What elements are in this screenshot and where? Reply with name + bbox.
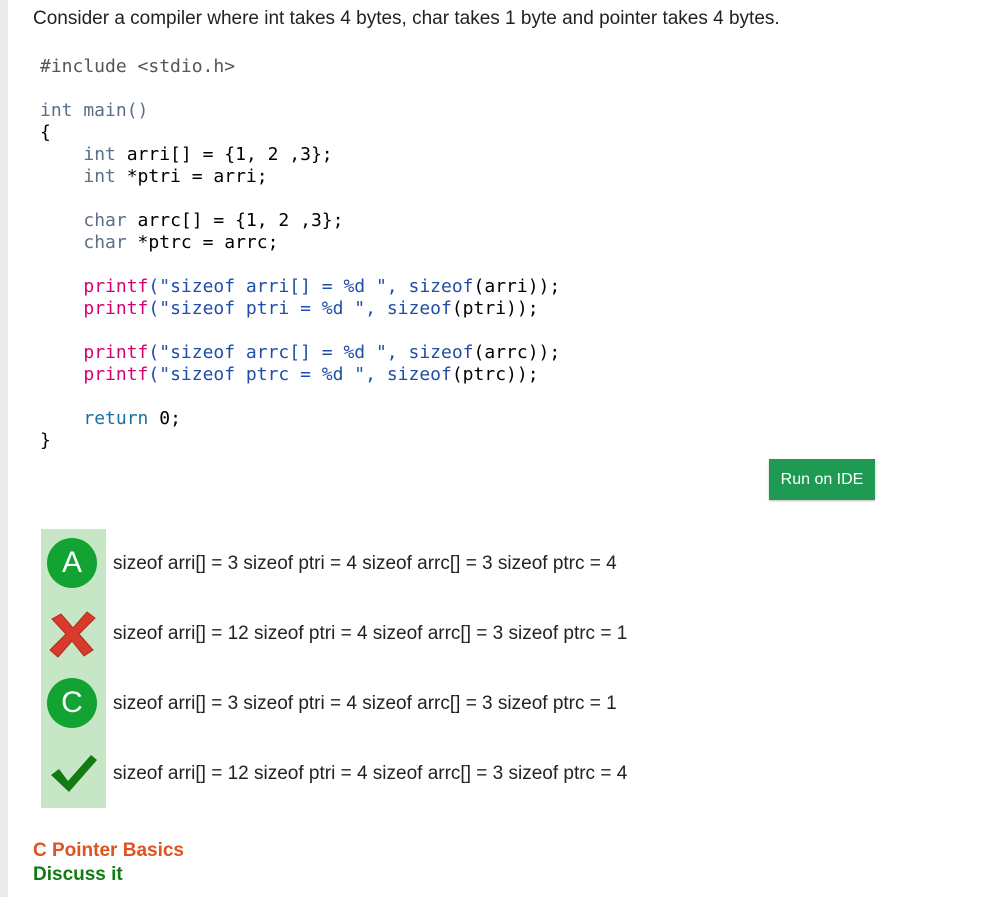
option-a-marker[interactable]: A [47, 538, 99, 590]
code-int-keyword: int [83, 166, 116, 187]
option-c-letter-circle: C [47, 678, 97, 728]
discuss-it-link[interactable]: Discuss it [33, 864, 123, 886]
question-text: Consider a compiler where int takes 4 by… [33, 8, 780, 29]
code-char-keyword: char [83, 210, 127, 231]
code-sizeof-keyword: sizeof [408, 276, 474, 297]
option-b-marker[interactable] [47, 608, 99, 660]
code-char-keyword: char [83, 232, 127, 253]
code-format-string: ("sizeof arrc[] = %d ", [148, 342, 398, 363]
code-format-string: ("sizeof ptrc = %d ", [148, 364, 376, 385]
option-d-text[interactable]: sizeof arri[] = 12 sizeof ptri = 4 sizeo… [113, 763, 627, 785]
code-line-ptri: int *ptri = arri; [40, 166, 560, 188]
code-return-keyword: return [83, 408, 149, 429]
code-line-printf-arrc: printf("sizeof arrc[] = %d ", sizeof(arr… [40, 342, 560, 364]
code-line-include: #include <stdio.h> [40, 56, 236, 77]
code-line-arri: int arri[] = {1, 2 ,3}; [40, 144, 560, 166]
code-ptrc-decl: *ptrc = arrc; [126, 232, 279, 253]
code-printf-keyword: printf [83, 276, 149, 297]
option-d-marker[interactable] [47, 748, 99, 800]
code-sizeof-arg: (arrc)); [473, 342, 561, 363]
code-line-arrc: char arrc[] = {1, 2 ,3}; [40, 210, 560, 232]
code-sizeof-arg: (ptri)); [451, 298, 539, 319]
code-line-return: return 0; [40, 408, 560, 430]
code-printf-keyword: printf [83, 298, 149, 319]
wrong-cross-icon [49, 611, 96, 658]
option-c-marker[interactable]: C [47, 678, 99, 730]
code-return-value: 0; [148, 408, 181, 429]
code-line-main: int main() [40, 100, 560, 122]
code-sizeof-arg: (ptrc)); [451, 364, 539, 385]
run-on-ide-button[interactable]: Run on IDE [769, 459, 875, 500]
code-format-string: ("sizeof ptri = %d ", [148, 298, 376, 319]
option-a-letter-circle: A [47, 538, 97, 588]
correct-check-icon [51, 755, 97, 792]
code-line-printf-ptri: printf("sizeof ptri = %d ", sizeof(ptri)… [40, 298, 560, 320]
code-line-close-brace: } [40, 430, 51, 451]
code-printf-keyword: printf [83, 364, 149, 385]
option-c-text[interactable]: sizeof arri[] = 3 sizeof ptri = 4 sizeof… [113, 693, 617, 715]
code-line-printf-ptrc: printf("sizeof ptrc = %d ", sizeof(ptrc)… [40, 364, 560, 386]
code-main-signature: int main() [40, 100, 149, 121]
topic-link-c-pointer-basics[interactable]: C Pointer Basics [33, 840, 184, 862]
code-printf-keyword: printf [83, 342, 149, 363]
code-line-ptrc: char *ptrc = arrc; [40, 232, 560, 254]
code-sizeof-keyword: sizeof [386, 298, 452, 319]
code-arrc-decl: arrc[] = {1, 2 ,3}; [126, 210, 344, 231]
option-a-text[interactable]: sizeof arri[] = 3 sizeof ptri = 4 sizeof… [113, 553, 617, 575]
code-ptri-decl: *ptri = arri; [115, 166, 268, 187]
option-b-text[interactable]: sizeof arri[] = 12 sizeof ptri = 4 sizeo… [113, 623, 627, 645]
code-sizeof-keyword: sizeof [408, 342, 474, 363]
code-int-keyword: int [83, 144, 116, 165]
code-sizeof-arg: (arri)); [473, 276, 561, 297]
code-format-string: ("sizeof arri[] = %d ", [148, 276, 398, 297]
code-line-printf-arri: printf("sizeof arri[] = %d ", sizeof(arr… [40, 276, 560, 298]
code-block: #include <stdio.h> int main() { int arri… [40, 56, 560, 452]
code-line-open-brace: { [40, 122, 51, 143]
code-sizeof-keyword: sizeof [386, 364, 452, 385]
code-arri-decl: arri[] = {1, 2 ,3}; [115, 144, 333, 165]
page-left-edge [0, 0, 8, 897]
